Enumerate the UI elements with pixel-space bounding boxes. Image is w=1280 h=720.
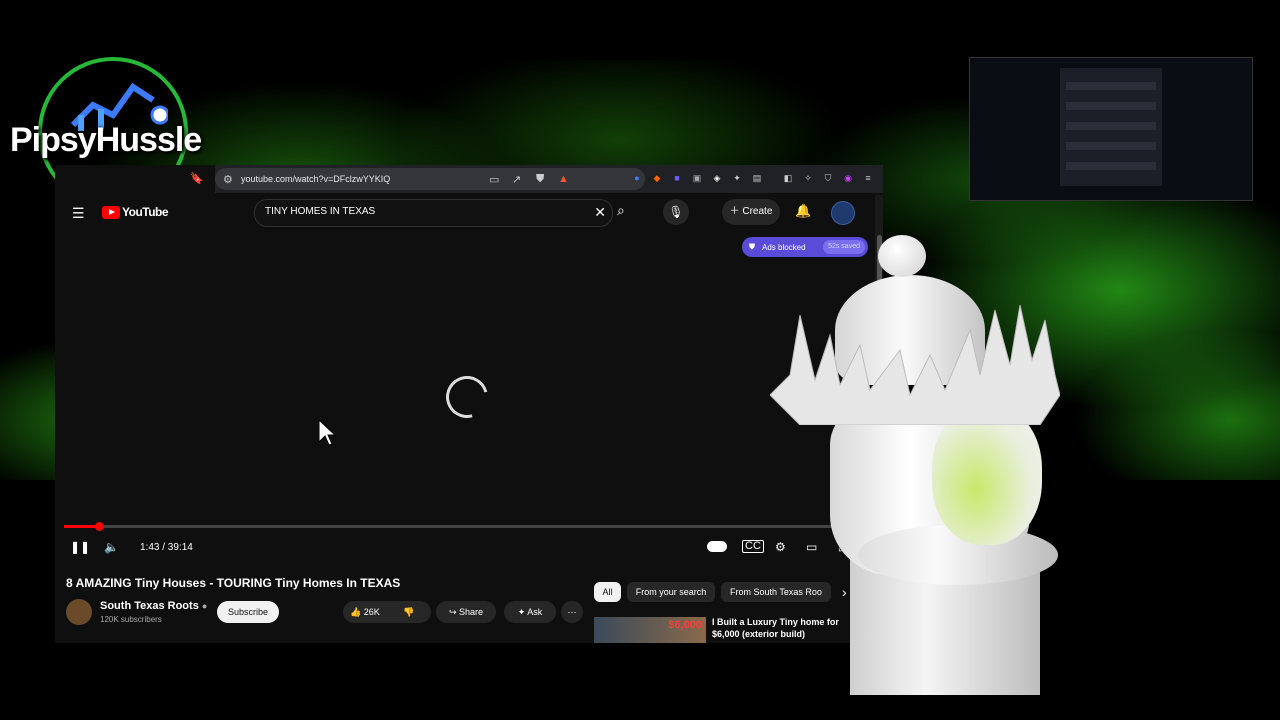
youtube-play-icon xyxy=(102,205,120,219)
share-button[interactable]: ↪ Share xyxy=(436,601,496,623)
vpn-icon[interactable]: ⛉ xyxy=(823,173,833,183)
mouse-cursor-icon xyxy=(318,418,337,446)
channel-avatar[interactable] xyxy=(66,599,92,625)
plus-icon: ＋ xyxy=(729,206,743,217)
mini-row xyxy=(1066,82,1156,90)
search-query: TINY HOMES IN TEXAS xyxy=(265,206,376,217)
notifications-bell-icon[interactable]: 🔔 xyxy=(795,203,811,219)
channel-name[interactable]: South Texas Roots ● xyxy=(100,600,207,612)
chip-all[interactable]: All xyxy=(594,582,621,602)
logo-text: PipsyHussle xyxy=(10,121,202,159)
menu-icon[interactable]: ≡ xyxy=(863,173,873,183)
verified-icon: ● xyxy=(201,601,208,611)
create-button[interactable]: ＋ Create xyxy=(722,199,780,225)
sparkle-icon: ✦ xyxy=(517,607,528,617)
share-label: Share xyxy=(459,607,484,617)
volume-icon[interactable]: 🔈 xyxy=(104,540,119,554)
like-button[interactable]: 👍 26K xyxy=(350,601,380,623)
like-count: 26K xyxy=(363,607,380,617)
more-actions-icon[interactable]: ⋯ xyxy=(561,601,583,623)
browser-window: ⚙ youtube.com/watch?v=DFclzwYYKIQ ▭ ↗ ⛊ … xyxy=(55,165,883,643)
subscribe-button[interactable]: Subscribe xyxy=(217,601,279,623)
queen-face xyxy=(932,405,1042,545)
create-label: Create xyxy=(742,206,773,217)
extension-1-icon[interactable]: ● xyxy=(632,173,642,183)
like-dislike-group: 👍 26K 👎 xyxy=(343,601,431,623)
pause-icon[interactable]: ❚❚ xyxy=(70,540,90,554)
video-progress-bar[interactable] xyxy=(64,522,862,531)
channel-name-text: South Texas Roots xyxy=(100,600,199,612)
share-page-icon[interactable]: ↗ xyxy=(512,173,521,186)
mini-row xyxy=(1066,122,1156,130)
progress-fill xyxy=(64,525,100,528)
recommendation-thumbnail[interactable]: $6,000 xyxy=(594,617,706,643)
mini-row xyxy=(1066,102,1156,110)
mini-row xyxy=(1066,142,1156,150)
thumbnail-price-text: $6,000 xyxy=(668,619,702,631)
search-input[interactable]: TINY HOMES IN TEXAS ✕ xyxy=(254,199,613,227)
youtube-header: ☰ YouTube TINY HOMES IN TEXAS ✕ ⌕ 🎙 ＋ Cr… xyxy=(55,195,883,231)
bookmark-icon[interactable]: 🔖 xyxy=(190,172,204,185)
chip-from-your-search[interactable]: From your search xyxy=(627,582,715,602)
mini-row xyxy=(1066,162,1156,170)
youtube-logo[interactable]: YouTube xyxy=(102,205,169,219)
subscriber-count: 120K subscribers xyxy=(100,615,162,624)
extension-4-icon[interactable]: ▣ xyxy=(692,173,702,183)
address-bar[interactable]: ⚙ youtube.com/watch?v=DFclzwYYKIQ ▭ ↗ ⛊ … xyxy=(215,168,645,190)
account-avatar[interactable] xyxy=(831,201,855,225)
youtube-logo-text: YouTube xyxy=(122,205,169,219)
wallet-icon[interactable]: ◉ xyxy=(843,173,853,183)
microphone-icon[interactable]: 🎙 xyxy=(663,199,689,225)
mini-panel xyxy=(1060,68,1162,186)
clear-search-icon[interactable]: ✕ xyxy=(594,204,606,221)
chess-queen-avatar xyxy=(770,235,1090,695)
url-text: youtube.com/watch?v=DFclzwYYKIQ xyxy=(241,174,391,184)
rewards-icon[interactable]: ▲ xyxy=(558,173,569,185)
autoplay-toggle[interactable] xyxy=(707,541,727,552)
queen-finial xyxy=(878,235,926,277)
dislike-icon[interactable]: 👎 xyxy=(403,601,414,623)
share-icon: ↪ xyxy=(448,607,459,617)
mini-preview-window xyxy=(969,57,1253,201)
screenshot-icon[interactable]: ▤ xyxy=(752,173,762,183)
browser-toolbar: ⚙ youtube.com/watch?v=DFclzwYYKIQ ▭ ↗ ⛊ … xyxy=(190,165,883,193)
captions-icon[interactable]: CC xyxy=(742,540,764,553)
cast-icon[interactable]: ▭ xyxy=(489,173,499,186)
video-time: 1:43 / 39:14 xyxy=(140,542,193,553)
extension-2-icon[interactable]: ◆ xyxy=(652,173,662,183)
video-title: 8 AMAZING Tiny Houses - TOURING Tiny Hom… xyxy=(66,576,401,590)
extensions-puzzle-icon[interactable]: ✦ xyxy=(732,173,742,183)
queen-crown xyxy=(770,305,1060,425)
ask-button[interactable]: ✦ Ask xyxy=(504,601,556,623)
hamburger-menu-icon[interactable]: ☰ xyxy=(72,205,85,222)
sidebar-icon[interactable]: ◧ xyxy=(783,173,793,183)
brave-shield-icon[interactable]: ⛊ xyxy=(536,173,544,186)
leo-icon[interactable]: ✧ xyxy=(803,173,813,183)
site-info-icon[interactable]: ⚙ xyxy=(223,173,233,186)
search-icon[interactable]: ⌕ xyxy=(617,202,625,219)
extension-5-icon[interactable]: ◈ xyxy=(712,173,722,183)
extension-3-icon[interactable]: ■ xyxy=(672,173,682,183)
ask-label: Ask xyxy=(527,607,543,617)
